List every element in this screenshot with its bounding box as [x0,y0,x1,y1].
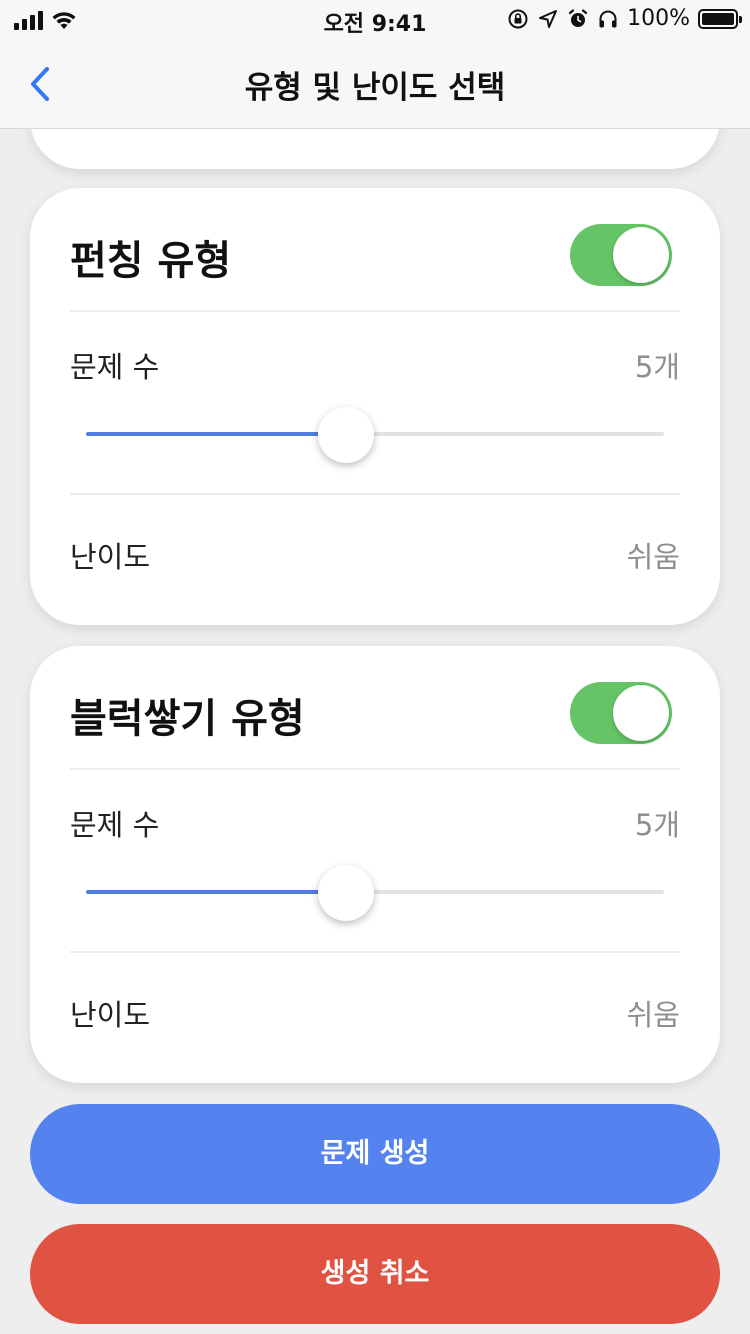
location-arrow-icon [539,9,558,28]
difficulty-label: 난이도 [70,998,151,1032]
scroll-content[interactable]: 펀칭 유형 문제 수 5개 난이도 쉬움 블럭쌓기 유형 문제 수 5개 난이도… [0,129,750,1334]
question-count-slider[interactable] [86,865,664,921]
type-enabled-toggle[interactable] [570,224,672,286]
question-count-label: 문제 수 [70,350,160,384]
question-type-card: 펀칭 유형 문제 수 5개 난이도 쉬움 [30,188,720,625]
question-count-slider[interactable] [86,407,664,463]
difficulty-label: 난이도 [70,540,151,574]
orientation-lock-icon [508,9,528,28]
toggle-knob [613,685,669,741]
alarm-clock-icon [568,8,588,27]
card-header: 블럭쌓기 유형 [70,646,680,770]
card-header: 펀칭 유형 [70,188,680,312]
divider [70,951,680,953]
divider [70,493,680,495]
generate-questions-button[interactable]: 문제 생성 [30,1104,720,1204]
previous-card [30,129,720,169]
question-type-card: 블럭쌓기 유형 문제 수 5개 난이도 쉬움 [30,646,720,1083]
difficulty-value[interactable]: 쉬움 [627,992,680,1034]
slider-thumb[interactable] [318,865,375,921]
battery-icon [698,8,742,29]
question-count-value: 5개 [634,350,680,384]
toggle-knob [613,227,669,283]
slider-thumb[interactable] [318,407,375,463]
status-bar: 오전 9:41 100% [0,0,750,40]
page-title: 유형 및 난이도 선택 [244,70,506,106]
card-title: 블럭쌓기 유형 [70,696,305,742]
status-right-group: 100% [507,6,742,31]
battery-percent: 100% [627,6,690,31]
navigation-bar: 유형 및 난이도 선택 [0,40,750,129]
slider-fill [86,432,347,436]
card-title: 펀칭 유형 [70,238,232,284]
slider-fill [86,890,347,894]
type-enabled-toggle[interactable] [570,682,672,744]
difficulty-value[interactable]: 쉬움 [627,534,680,576]
question-count-label: 문제 수 [70,808,160,842]
cancel-generation-button[interactable]: 생성 취소 [30,1224,720,1324]
headphones-icon [599,10,617,27]
question-count-value: 5개 [634,808,680,842]
